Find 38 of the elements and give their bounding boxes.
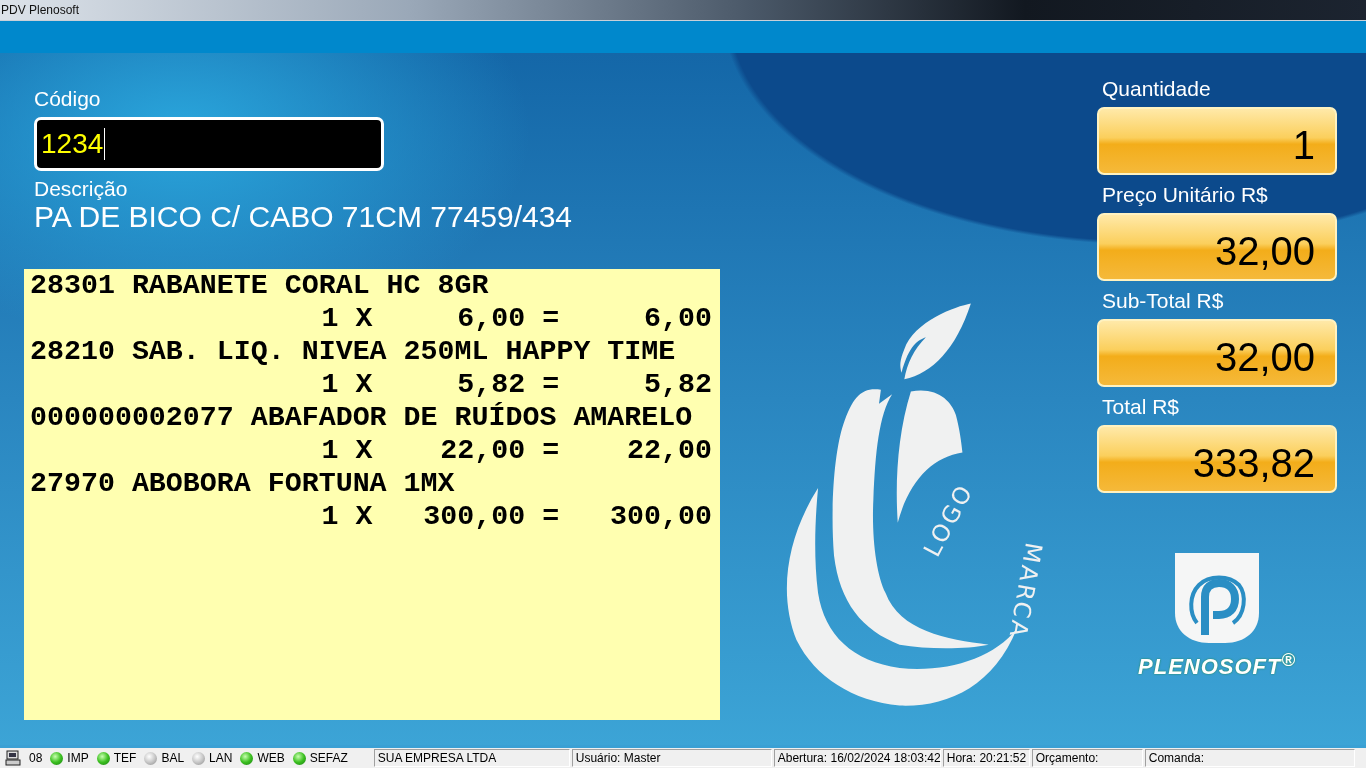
code-input-field[interactable]: 1234 (34, 117, 384, 171)
window-title: PDV Plenosoft (0, 3, 80, 17)
total-label: Preço Unitário R$ (1102, 183, 1269, 207)
indicator-label: BAL (161, 751, 185, 765)
receipt-price-line: 1 X 22,00 = 22,00 (320, 434, 712, 467)
total-label: Quantidade (1102, 77, 1212, 101)
status-panel: SUA EMPRESA LTDA (373, 749, 570, 767)
brand-name: PLENOSOFT$^{®}$ (1138, 649, 1296, 681)
status-panel: Orçamento: (1031, 749, 1143, 767)
computer-icon (5, 750, 21, 766)
product-description: PA DE BICO C/ CABO 71CM 77459/434 (34, 201, 574, 233)
total-value: 32,00 (1097, 319, 1337, 387)
description-label: Descrição (34, 177, 129, 201)
total-label: Total R$ (1102, 395, 1181, 419)
logo-word: MARCA (1002, 540, 1048, 642)
total-value: 32,00 (1097, 213, 1337, 281)
status-panel: Usuário: Master (571, 749, 772, 767)
receipt-item-line: 000000002077 ABAFADOR DE RUÍDOS AMARELO (30, 401, 694, 434)
total-value: 333,82 (1097, 425, 1337, 493)
status-panel: Comanda: (1144, 749, 1355, 767)
indicator-label: LAN (209, 751, 233, 765)
status-panel: Abertura: 16/02/2024 18:03:42 (773, 749, 941, 767)
total-value: 1 (1097, 107, 1337, 175)
total-label: Sub-Total R$ (1102, 289, 1225, 313)
receipt-price-line: 1 X 5,82 = 5,82 (320, 368, 712, 401)
terminal-number: 08 (29, 751, 43, 765)
indicator-label: SEFAZ (309, 751, 348, 765)
brand-logo-icon (1175, 553, 1259, 643)
indicator-label: WEB (257, 751, 285, 765)
receipt-item-line: 27970 ABOBORA FORTUNA 1MX (30, 467, 456, 500)
receipt-price-line: 1 X 300,00 = 300,00 (320, 500, 712, 533)
indicator-label: TEF (113, 751, 137, 765)
code-label: Código (34, 87, 102, 111)
receipt-item-line: 28301 RABANETE CORAL HC 8GR (30, 269, 490, 302)
status-panel: Hora: 20:21:52 (942, 749, 1030, 767)
receipt-price-line: 1 X 6,00 = 6,00 (320, 302, 712, 335)
receipt-item-line: 28210 SAB. LIQ. NIVEA 250ML HAPPY TIME (30, 335, 677, 368)
indicator-label: IMP (67, 751, 89, 765)
